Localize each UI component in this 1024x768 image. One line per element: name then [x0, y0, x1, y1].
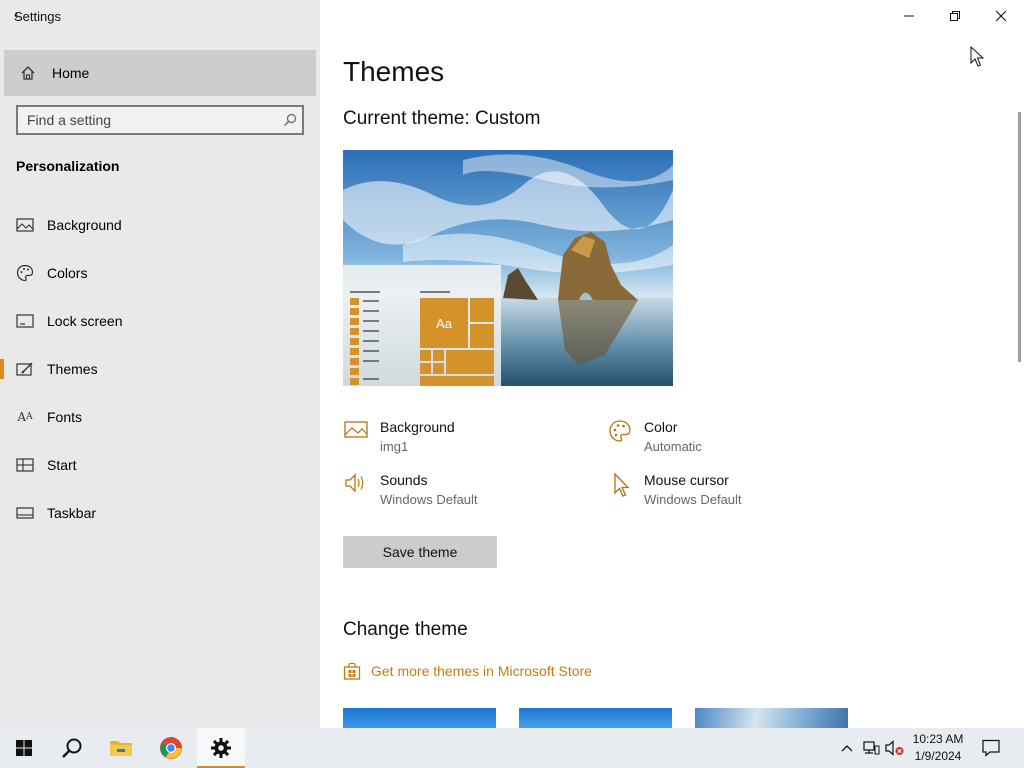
- attr-name: Background: [380, 419, 455, 435]
- theme-mouse-cursor-setting[interactable]: Mouse cursor Windows Default: [607, 472, 742, 507]
- theme-preview: Aa: [343, 150, 673, 386]
- start-button[interactable]: [0, 728, 48, 768]
- lock-screen-icon: [15, 314, 35, 328]
- close-button[interactable]: [978, 0, 1024, 32]
- attr-name: Sounds: [380, 472, 428, 488]
- attr-value: img1: [380, 439, 409, 454]
- notification-icon[interactable]: [981, 738, 1001, 758]
- theme-thumbnail[interactable]: [695, 708, 848, 728]
- sidebar-item-label: Fonts: [47, 409, 83, 425]
- palette-icon: [15, 264, 35, 282]
- sidebar-item-label: Background: [47, 217, 122, 233]
- taskbar-search-button[interactable]: [48, 728, 96, 768]
- sidebar-item-taskbar[interactable]: Taskbar: [0, 491, 320, 535]
- store-link-label: Get more themes in Microsoft Store: [371, 663, 592, 679]
- sidebar-item-themes[interactable]: Themes: [0, 347, 320, 391]
- theme-background-setting[interactable]: Background img1: [343, 419, 455, 454]
- network-icon[interactable]: [861, 738, 881, 758]
- theme-preview-image: [343, 150, 673, 386]
- themes-icon: [15, 361, 35, 377]
- chrome-icon: [160, 737, 182, 759]
- sidebar-item-label: Lock screen: [47, 313, 123, 329]
- sidebar-item-label: Themes: [47, 361, 98, 377]
- home-nav-item[interactable]: Home: [4, 50, 316, 96]
- sidebar-item-label: Taskbar: [47, 505, 97, 521]
- restore-button[interactable]: [932, 0, 978, 32]
- image-icon: [343, 419, 369, 445]
- theme-color-setting[interactable]: Color Automatic: [607, 419, 702, 454]
- chrome-button[interactable]: [147, 728, 195, 768]
- current-theme-heading: Current theme: Custom: [343, 108, 541, 129]
- palette-icon: [607, 419, 633, 445]
- sidebar-item-label: Start: [47, 457, 77, 473]
- search-box: [16, 105, 304, 135]
- sidebar-item-label: Colors: [47, 265, 88, 281]
- store-bag-icon: [343, 662, 361, 680]
- close-icon: [995, 10, 1007, 22]
- search-icon: [62, 738, 82, 758]
- home-icon: [20, 65, 42, 81]
- preview-tile-text: Aa: [436, 315, 452, 331]
- attr-value: Windows Default: [380, 492, 478, 507]
- save-theme-button[interactable]: Save theme: [343, 536, 497, 568]
- clock-date: 1/9/2024: [914, 749, 962, 763]
- file-explorer-button[interactable]: [97, 728, 145, 768]
- restore-icon: [950, 11, 960, 21]
- fonts-icon: AA: [17, 410, 33, 424]
- change-theme-heading: Change theme: [343, 619, 468, 640]
- clock[interactable]: 10:23 AM 1/9/2024: [906, 731, 970, 765]
- sidebar-item-background[interactable]: Background: [0, 203, 320, 247]
- settings-taskbar-button[interactable]: [197, 728, 245, 768]
- start-icon: [15, 458, 35, 472]
- attr-value: Windows Default: [644, 492, 742, 507]
- sidebar-item-start[interactable]: Start: [0, 443, 320, 487]
- page-title: Themes: [343, 56, 445, 87]
- sidebar: ‹ Settings Home Personalization Backgrou…: [0, 0, 320, 728]
- section-heading: Personalization: [16, 158, 120, 174]
- chevron-up-icon[interactable]: [837, 738, 857, 758]
- cursor-icon: [607, 472, 633, 498]
- attr-name: Mouse cursor: [644, 472, 729, 488]
- mouse-pointer-icon: [970, 46, 984, 67]
- microsoft-store-link[interactable]: Get more themes in Microsoft Store: [343, 662, 592, 680]
- app-title: Settings: [14, 9, 61, 24]
- home-label: Home: [52, 65, 90, 81]
- sidebar-item-colors[interactable]: Colors: [0, 251, 320, 295]
- sidebar-item-fonts[interactable]: AA Fonts: [0, 395, 320, 439]
- windows-logo-icon: [16, 740, 32, 756]
- taskbar: 10:23 AM 1/9/2024: [0, 728, 1024, 768]
- attr-name: Color: [644, 419, 678, 435]
- clock-time: 10:23 AM: [912, 732, 964, 746]
- attr-value: Automatic: [644, 439, 702, 454]
- search-icon[interactable]: [278, 113, 302, 127]
- taskbar-icon: [15, 507, 35, 519]
- theme-thumbnail[interactable]: [343, 708, 496, 728]
- folder-icon: [110, 741, 132, 756]
- theme-sounds-setting[interactable]: Sounds Windows Default: [343, 472, 478, 507]
- sidebar-item-lock-screen[interactable]: Lock screen: [0, 299, 320, 343]
- speaker-icon: [343, 472, 369, 498]
- image-icon: [15, 218, 35, 232]
- search-input[interactable]: [18, 112, 278, 128]
- gear-icon: [211, 738, 231, 758]
- volume-muted-icon[interactable]: [885, 738, 905, 758]
- minimize-icon: [904, 15, 914, 17]
- theme-thumbnail[interactable]: [519, 708, 672, 728]
- scrollbar[interactable]: [1018, 112, 1021, 362]
- minimize-button[interactable]: [886, 0, 932, 32]
